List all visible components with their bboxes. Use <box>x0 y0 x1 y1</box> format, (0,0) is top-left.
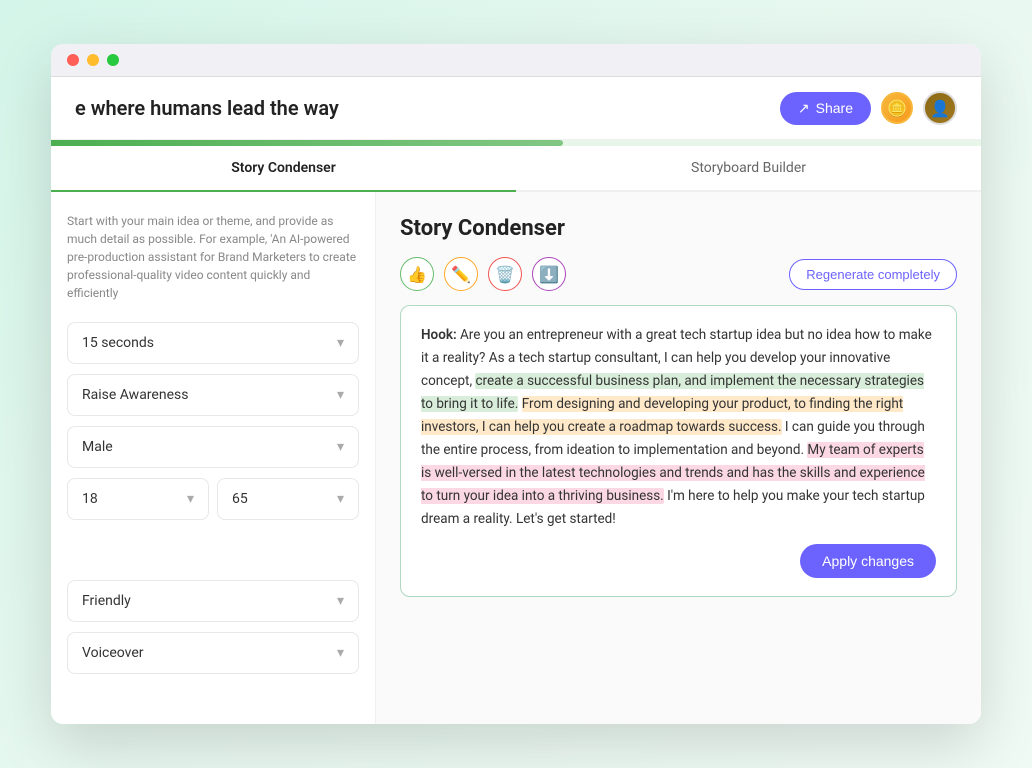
gender-label: Male <box>82 439 113 455</box>
story-text-box[interactable]: Hook: Are you an entrepreneur with a gre… <box>400 305 957 597</box>
age-min-field[interactable]: 18 ▾ <box>67 478 209 520</box>
fullscreen-dot <box>107 54 119 66</box>
age-max-chevron: ▾ <box>337 491 344 507</box>
download-icon: ⬇️ <box>539 265 559 284</box>
share-label: Share <box>816 100 853 116</box>
voiceover-field[interactable]: Voiceover ▾ <box>67 632 359 674</box>
download-button[interactable]: ⬇️ <box>532 257 566 291</box>
toolbar-icons: 👍 ✏️ 🗑️ ⬇️ <box>400 257 566 291</box>
tab-story-condenser[interactable]: Story Condenser <box>51 146 516 192</box>
goal-field[interactable]: Raise Awareness ▾ <box>67 374 359 416</box>
share-button[interactable]: ↗ Share <box>780 92 871 125</box>
header-actions: ↗ Share 🪙 👤 <box>780 91 957 125</box>
browser-chrome <box>51 44 981 77</box>
duration-label: 15 seconds <box>82 335 154 351</box>
story-toolbar: 👍 ✏️ 🗑️ ⬇️ Regenerate completely <box>400 257 957 291</box>
edit-button[interactable]: ✏️ <box>444 257 478 291</box>
regenerate-label: Regenerate completely <box>806 267 940 282</box>
user-avatar[interactable]: 👤 <box>923 91 957 125</box>
age-min-label: 18 <box>82 491 98 507</box>
hook-prefix: Hook: <box>421 327 460 343</box>
goal-label: Raise Awareness <box>82 387 188 403</box>
progress-fill <box>51 140 563 146</box>
voiceover-label: Voiceover <box>82 645 143 661</box>
regenerate-button[interactable]: Regenerate completely <box>789 259 957 290</box>
age-range-row: 18 ▾ 65 ▾ <box>67 478 359 520</box>
apply-label: Apply changes <box>822 553 914 569</box>
tone-field[interactable]: Friendly ▾ <box>67 580 359 622</box>
tone-chevron: ▾ <box>337 593 344 609</box>
tab-storyboard-builder[interactable]: Storyboard Builder <box>516 146 981 192</box>
header: e where humans lead the way ↗ Share 🪙 👤 <box>51 77 981 140</box>
edit-icon: ✏️ <box>451 265 471 284</box>
share-icon: ↗ <box>798 100 810 117</box>
content-area: Story Condenser 👍 ✏️ 🗑️ ⬇️ <box>376 192 981 724</box>
duration-chevron: ▾ <box>337 335 344 351</box>
delete-icon: 🗑️ <box>495 265 515 284</box>
main-content: Start with your main idea or theme, and … <box>51 192 981 724</box>
age-max-label: 65 <box>232 491 248 507</box>
sidebar: Start with your main idea or theme, and … <box>51 192 376 724</box>
apply-changes-button[interactable]: Apply changes <box>800 544 936 578</box>
tabs: Story Condenser Storyboard Builder <box>51 146 981 192</box>
apply-btn-row: Apply changes <box>421 544 936 578</box>
sidebar-description: Start with your main idea or theme, and … <box>67 212 359 302</box>
sidebar-spacer <box>67 530 359 570</box>
duration-field[interactable]: 15 seconds ▾ <box>67 322 359 364</box>
gender-chevron: ▾ <box>337 439 344 455</box>
like-icon: 👍 <box>407 265 427 284</box>
goal-chevron: ▾ <box>337 387 344 403</box>
tone-label: Friendly <box>82 593 131 609</box>
delete-button[interactable]: 🗑️ <box>488 257 522 291</box>
close-dot <box>67 54 79 66</box>
age-min-chevron: ▾ <box>187 491 194 507</box>
story-condenser-title: Story Condenser <box>400 216 957 241</box>
coins-avatar: 🪙 <box>881 92 913 124</box>
progress-bar <box>51 140 981 146</box>
voiceover-chevron: ▾ <box>337 645 344 661</box>
like-button[interactable]: 👍 <box>400 257 434 291</box>
minimize-dot <box>87 54 99 66</box>
page-title: e where humans lead the way <box>75 96 339 120</box>
age-max-field[interactable]: 65 ▾ <box>217 478 359 520</box>
gender-field[interactable]: Male ▾ <box>67 426 359 468</box>
